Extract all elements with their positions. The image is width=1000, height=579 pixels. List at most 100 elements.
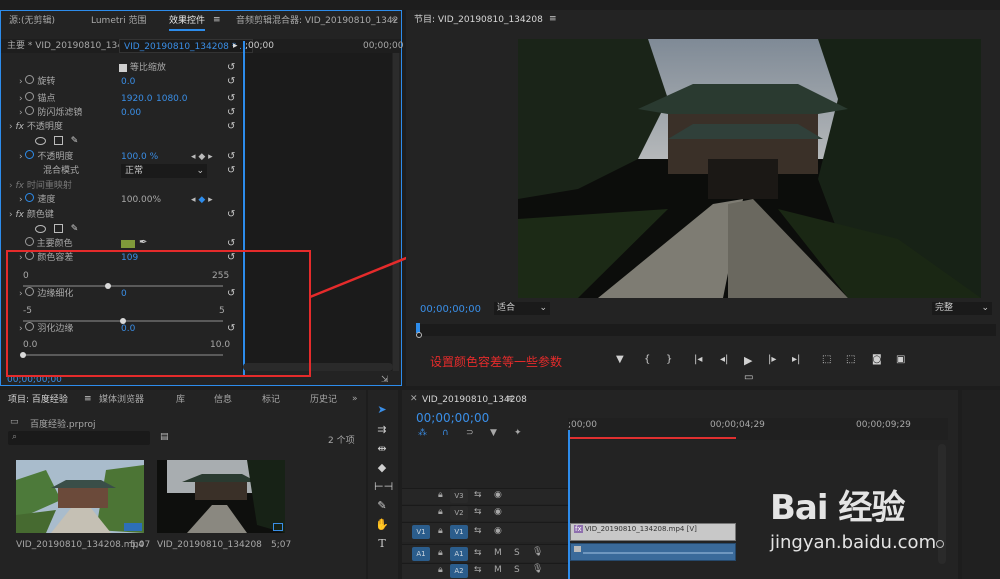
- track-label-a1[interactable]: A1: [450, 547, 468, 561]
- reset-icon[interactable]: ↺: [227, 166, 237, 176]
- solo-icon[interactable]: S: [514, 565, 520, 575]
- tab-source[interactable]: 源:(无剪辑): [9, 11, 55, 31]
- sync-lock-icon[interactable]: ⇆: [474, 490, 482, 500]
- fit-select[interactable]: 适合 ⌄: [494, 302, 550, 315]
- anchor-x-value[interactable]: 1920.0: [121, 92, 153, 106]
- safe-margins-icon[interactable]: ▭: [744, 372, 753, 383]
- ellipse-mask-icon[interactable]: [35, 224, 46, 233]
- hand-tool-icon[interactable]: ✋: [374, 517, 390, 533]
- audio-clip[interactable]: [570, 543, 736, 561]
- step-forward-icon[interactable]: |▸: [768, 354, 776, 365]
- track-label-v3[interactable]: V3: [450, 489, 468, 503]
- tab-library[interactable]: 库: [176, 390, 185, 410]
- reset-icon[interactable]: ↺: [227, 94, 237, 104]
- project-item-name[interactable]: VID_20190810_134208.mp4: [16, 540, 144, 550]
- new-bin-icon[interactable]: ▤: [160, 432, 169, 442]
- eye-icon[interactable]: ◉: [494, 526, 502, 536]
- timeline-timecode[interactable]: 00;00;00;00: [416, 411, 489, 425]
- marker-icon[interactable]: ▼: [616, 354, 624, 365]
- lock-icon[interactable]: 🔒︎: [438, 490, 443, 500]
- reset-icon[interactable]: ↺: [227, 108, 237, 118]
- opacity-section[interactable]: › fx 不透明度: [9, 120, 63, 134]
- stopwatch-icon[interactable]: [25, 92, 35, 101]
- link-icon[interactable]: ⊃: [466, 428, 474, 438]
- eye-icon[interactable]: ◉: [494, 507, 502, 517]
- tab-project[interactable]: 项目: 百度经验: [8, 390, 68, 410]
- reset-icon[interactable]: ↺: [227, 210, 237, 220]
- sync-lock-icon[interactable]: ⇆: [474, 565, 482, 575]
- reset-icon[interactable]: ↺: [227, 63, 237, 73]
- tab-lumetri[interactable]: Lumetri 范围: [91, 11, 146, 31]
- solo-icon[interactable]: S: [514, 548, 520, 558]
- reset-icon[interactable]: ↺: [227, 77, 237, 87]
- slip-tool-icon[interactable]: ⊢⊣: [374, 479, 393, 495]
- ellipse-mask-icon[interactable]: [35, 136, 46, 145]
- reset-icon[interactable]: ↺: [227, 152, 237, 162]
- compare-icon[interactable]: ▣: [896, 354, 905, 365]
- pen-tool-icon[interactable]: ✎: [374, 498, 390, 514]
- panel-overflow-icon[interactable]: »: [352, 394, 358, 404]
- program-title[interactable]: 节目: VID_20190810_134208: [414, 10, 543, 30]
- close-icon[interactable]: ✕: [410, 394, 418, 404]
- lock-icon[interactable]: 🔒︎: [438, 565, 443, 575]
- sync-lock-icon[interactable]: ⇆: [474, 507, 482, 517]
- rect-mask-icon[interactable]: [53, 224, 63, 233]
- menu-icon[interactable]: ≡: [506, 394, 514, 404]
- linked-selection-icon[interactable]: ∩: [442, 428, 449, 438]
- quality-select[interactable]: 完整 ⌄: [932, 302, 992, 315]
- panel-overflow-icon[interactable]: »: [391, 15, 397, 25]
- reset-icon[interactable]: ↺: [227, 239, 237, 249]
- pen-mask-icon[interactable]: ✎: [71, 136, 79, 146]
- go-to-in-icon[interactable]: |◂: [694, 354, 702, 365]
- stopwatch-icon[interactable]: [24, 237, 34, 246]
- microphone-icon[interactable]: 🎙︎: [532, 547, 543, 557]
- zoom-scroll-handle[interactable]: [416, 332, 422, 338]
- program-timecode[interactable]: 00;00;00;00: [420, 304, 481, 315]
- menu-icon[interactable]: ≡: [213, 15, 221, 25]
- lock-icon[interactable]: 🔒︎: [438, 526, 443, 536]
- tab-history[interactable]: 历史记: [310, 390, 337, 410]
- export-icon[interactable]: ⇲: [381, 373, 389, 387]
- menu-icon[interactable]: ≡: [549, 14, 557, 24]
- uniform-scale-checkbox[interactable]: 等比缩放: [119, 61, 166, 75]
- sync-lock-icon[interactable]: ⇆: [474, 526, 482, 536]
- camera-icon[interactable]: ◙: [872, 354, 882, 365]
- eye-icon[interactable]: ◉: [494, 490, 502, 500]
- rect-mask-icon[interactable]: [53, 136, 63, 145]
- blend-mode-select[interactable]: 正常 ⌄: [121, 164, 207, 178]
- project-item-name[interactable]: VID_20190810_134208: [157, 540, 262, 550]
- lock-icon[interactable]: 🔒︎: [438, 507, 443, 517]
- track-label-v1[interactable]: V1: [450, 525, 468, 539]
- lift-icon[interactable]: ⬚: [822, 354, 831, 365]
- tab-info[interactable]: 信息: [214, 390, 232, 410]
- program-scrub-bar[interactable]: [416, 324, 996, 336]
- rotation-value[interactable]: 0.0: [121, 75, 135, 89]
- search-input[interactable]: ⌕: [8, 431, 150, 445]
- play-icon[interactable]: ▸: [233, 39, 238, 53]
- extract-icon[interactable]: ⬚: [846, 354, 855, 365]
- play-icon[interactable]: ▶: [744, 354, 752, 367]
- mute-icon[interactable]: M: [494, 565, 502, 575]
- source-patch-a1[interactable]: A1: [412, 547, 430, 561]
- reset-icon[interactable]: ↺: [227, 122, 237, 132]
- speed-value[interactable]: 100.00%: [121, 193, 161, 207]
- step-back-icon[interactable]: ◂|: [720, 354, 728, 365]
- opacity-value[interactable]: 100.0 %: [121, 150, 158, 164]
- tab-markers[interactable]: 标记: [262, 390, 280, 410]
- ripple-edit-tool-icon[interactable]: ⇹: [374, 441, 390, 457]
- scrollbar[interactable]: [393, 53, 399, 371]
- anchor-y-value[interactable]: 1080.0: [156, 92, 188, 106]
- keyframe-nav[interactable]: ◂ ◆ ▸: [191, 150, 213, 164]
- track-label-v2[interactable]: V2: [450, 506, 468, 520]
- lock-icon[interactable]: 🔒︎: [438, 548, 443, 558]
- eyedropper-icon[interactable]: ✒: [139, 237, 147, 248]
- snap-icon[interactable]: ⁂: [418, 428, 427, 438]
- selection-tool-icon[interactable]: ➤: [374, 402, 390, 418]
- type-tool-icon[interactable]: T: [374, 536, 390, 552]
- work-area-bar[interactable]: [570, 437, 736, 439]
- stopwatch-icon[interactable]: [25, 150, 35, 159]
- flicker-value[interactable]: 0.00: [121, 106, 141, 120]
- add-marker-icon[interactable]: ▼: [490, 428, 497, 438]
- color-key-section[interactable]: › fx 颜色键: [9, 208, 54, 222]
- stopwatch-icon[interactable]: [25, 193, 35, 202]
